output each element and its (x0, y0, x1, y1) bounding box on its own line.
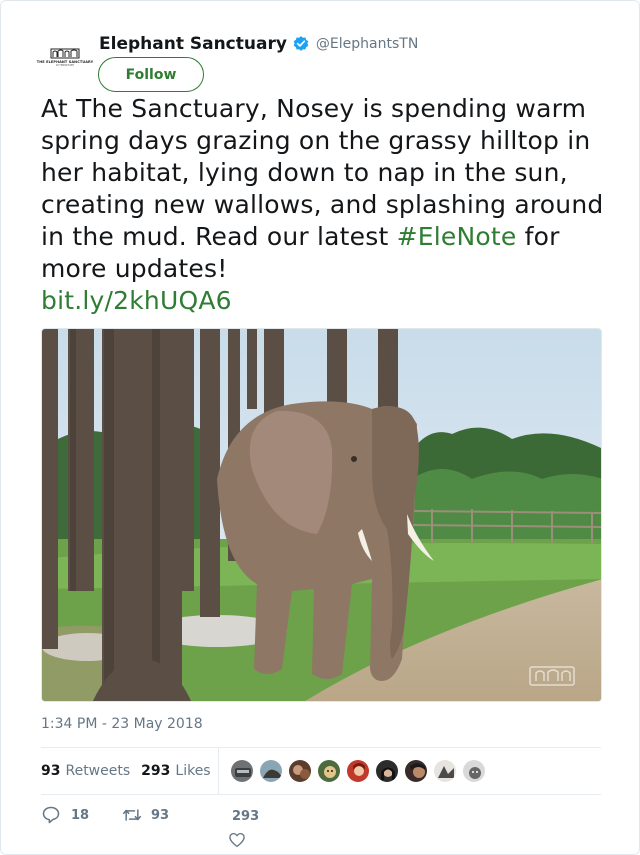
divider-top (41, 747, 601, 748)
follow-button[interactable]: Follow (98, 57, 204, 92)
liker-avatar[interactable] (346, 759, 370, 783)
logo-subtext: IN TENNESSEE (55, 64, 75, 67)
retweet-action[interactable]: 93 (121, 805, 169, 825)
liker-avatar[interactable] (375, 759, 399, 783)
liker-avatar[interactable] (317, 759, 341, 783)
reply-icon (42, 806, 60, 824)
liker-avatar[interactable] (230, 759, 254, 783)
retweet-icon (122, 809, 142, 821)
url-link[interactable]: bit.ly/2khUQA6 (41, 286, 232, 315)
liker-avatar[interactable] (259, 759, 283, 783)
liker-avatar[interactable] (433, 759, 457, 783)
stats-separator (218, 747, 219, 795)
elephant-photo (42, 329, 601, 701)
account-avatar[interactable]: THE ELEPHANT SANCTUARY IN TENNESSEE (37, 37, 93, 77)
retweets-count: 93 (41, 763, 61, 779)
hashtag-link[interactable]: #EleNote (397, 222, 517, 251)
tweet-timestamp[interactable]: 1:34 PM - 23 May 2018 (41, 716, 203, 732)
display-name[interactable]: Elephant Sanctuary (99, 34, 287, 54)
tweet-text: At The Sanctuary, Nosey is spending warm… (41, 93, 611, 317)
likes-stat[interactable]: 293 Likes (141, 763, 210, 779)
divider-bottom (41, 794, 601, 795)
liker-avatar[interactable] (404, 759, 428, 783)
reply-count: 18 (71, 807, 90, 823)
liker-avatar[interactable] (462, 759, 486, 783)
likes-count: 293 (141, 763, 171, 779)
engagement-stats: 93 Retweets 293 Likes (41, 761, 211, 781)
verified-badge-icon (293, 36, 309, 51)
retweets-stat[interactable]: 93 Retweets (41, 763, 130, 779)
heart-icon[interactable] (228, 831, 246, 849)
tweet-photo[interactable] (41, 328, 602, 702)
likes-label: Likes (175, 763, 211, 779)
reply-action[interactable]: 18 (41, 805, 89, 825)
account-handle[interactable]: @ElephantsTN (316, 36, 418, 52)
liker-avatar[interactable] (288, 759, 312, 783)
sanctuary-logo-icon (50, 48, 80, 59)
like-count: 293 (232, 809, 260, 824)
retweet-count: 93 (151, 807, 170, 823)
account-name-row: Elephant Sanctuary @ElephantsTN (99, 31, 418, 57)
tweet-card: THE ELEPHANT SANCTUARY IN TENNESSEE Elep… (0, 0, 640, 855)
likers-avatars (230, 759, 491, 783)
retweets-label: Retweets (65, 763, 131, 779)
